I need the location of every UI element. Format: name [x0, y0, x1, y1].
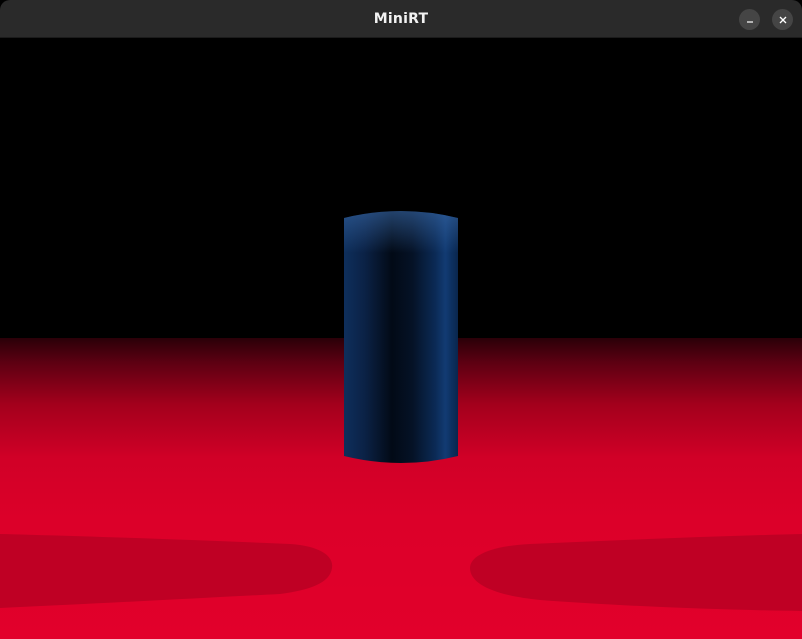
window-title: MiniRT: [373, 11, 429, 27]
rendered-scene: [0, 38, 802, 639]
render-viewport: [0, 38, 802, 639]
title-bar[interactable]: MiniRT: [0, 0, 802, 38]
close-icon: [778, 15, 788, 25]
minimize-icon: [745, 15, 755, 25]
minimize-button[interactable]: [739, 9, 760, 30]
app-window: MiniRT: [0, 0, 802, 639]
close-button[interactable]: [772, 9, 793, 30]
cylinder-highlight: [344, 211, 458, 253]
